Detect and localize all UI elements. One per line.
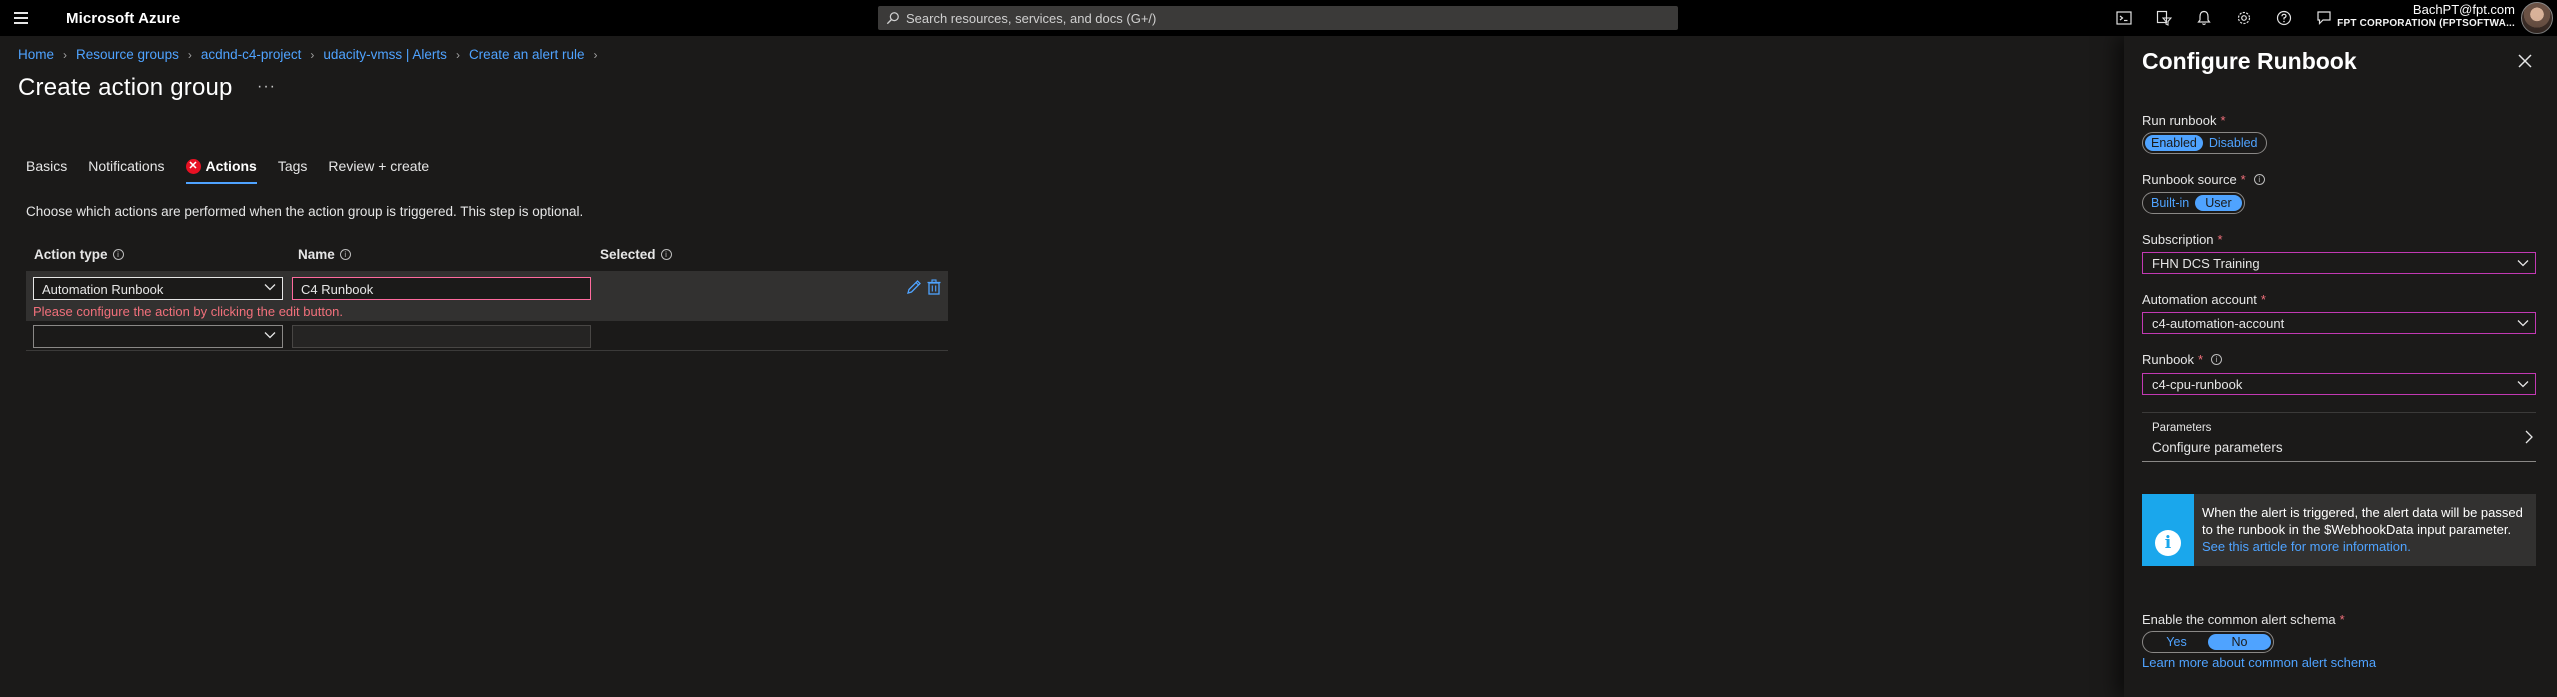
subscription-label: Subscription * [2142,232,2223,247]
panel-title: Configure Runbook [2142,48,2357,74]
cloud-shell-icon[interactable] [2104,0,2144,36]
header-action-type: Action type i [34,247,124,262]
info-icon: i [2155,530,2181,556]
brand-title[interactable]: Microsoft Azure [66,10,180,27]
runbook-dropdown[interactable]: c4-cpu-runbook [2142,373,2536,395]
tab-notifications[interactable]: Notifications [88,158,164,182]
page-title: Create action group [18,74,233,101]
toggle-built-in[interactable]: Built-in [2145,195,2195,211]
parameters-title: Parameters [2152,422,2212,434]
breadcrumb-home[interactable]: Home [18,47,54,62]
account-org: FPT CORPORATION (FPTSOFTWA... [2337,18,2515,29]
chevron-right-icon: › [187,47,192,62]
chevron-right-icon: › [455,47,460,62]
actions-description: Choose which actions are performed when … [26,204,584,219]
account-user: BachPT@fpt.com [2412,2,2515,17]
automation-account-label: Automation account * [2142,292,2266,307]
runbook-label: Runbook * i [2142,352,2223,367]
info-icon[interactable]: i [2211,354,2223,365]
info-icon[interactable]: i [112,249,124,260]
chevron-right-icon: › [63,47,68,62]
action-name-input[interactable]: C4 Runbook [292,277,591,300]
menu-icon[interactable] [14,0,36,36]
chevron-down-icon [2517,260,2529,267]
runbook-source-toggle[interactable]: Built-in User [2142,192,2245,214]
tab-bar: Basics Notifications ✕ Actions Tags Revi… [26,158,450,184]
chevron-down-icon [2517,320,2529,327]
tab-basics[interactable]: Basics [26,158,67,182]
subscription-dropdown[interactable]: FHN DCS Training [2142,252,2536,274]
error-icon: ✕ [185,158,201,174]
action-type-dropdown[interactable]: Automation Runbook [33,277,283,300]
chevron-right-icon [2525,430,2533,444]
learn-more-link[interactable]: Learn more about common alert schema [2142,655,2376,670]
info-banner: i When the alert is triggered, the alert… [2142,494,2536,566]
info-icon[interactable]: i [660,249,672,260]
help-icon[interactable] [2264,0,2304,36]
parameters-link: Configure parameters [2152,440,2283,455]
tab-tags[interactable]: Tags [278,158,308,182]
breadcrumb-alert-rule[interactable]: Create an alert rule [469,47,585,62]
info-banner-text: When the alert is triggered, the alert d… [2202,505,2523,554]
close-icon[interactable] [2516,52,2534,70]
chevron-right-icon: › [310,47,315,62]
trash-icon[interactable] [926,279,942,295]
action-name-input[interactable] [292,325,591,348]
runbook-source-label: Runbook source * i [2142,172,2265,187]
divider [26,350,948,351]
toggle-yes[interactable]: Yes [2145,634,2208,650]
automation-account-dropdown[interactable]: c4-automation-account [2142,312,2536,334]
bell-icon[interactable] [2184,0,2224,36]
tab-actions[interactable]: ✕ Actions [185,158,257,184]
breadcrumb: Home › Resource groups › acdnd-c4-project ›… [18,47,607,62]
chevron-down-icon [264,332,276,339]
search-placeholder: Search resources, services, and docs (G+… [906,10,1157,26]
action-type-dropdown[interactable] [33,325,283,348]
more-options-icon[interactable]: ··· [257,78,276,96]
info-article-link[interactable]: See this article for more information. [2202,539,2411,554]
account-info[interactable]: BachPT@fpt.com FPT CORPORATION (FPTSOFTW… [2337,3,2515,31]
search-icon [886,12,899,25]
toggle-user[interactable]: User [2195,195,2242,211]
header-name: Name i [298,247,351,262]
chevron-right-icon: › [593,47,598,62]
breadcrumb-project[interactable]: acdnd-c4-project [201,47,302,62]
common-schema-toggle[interactable]: Yes No [2142,631,2274,653]
run-runbook-label: Run runbook * [2142,113,2226,128]
tab-review-create[interactable]: Review + create [328,158,429,182]
header-selected: Selected i [600,247,672,262]
top-bar: Microsoft Azure Search resources, servic… [0,0,2557,36]
search-input[interactable]: Search resources, services, and docs (G+… [878,6,1678,30]
edit-icon[interactable] [906,279,922,295]
breadcrumb-alerts[interactable]: udacity-vmss | Alerts [323,47,447,62]
chevron-down-icon [2517,381,2529,388]
directory-filter-icon[interactable] [2144,0,2184,36]
tab-actions-label: Actions [205,158,257,174]
configure-parameters-row[interactable]: Parameters Configure parameters [2142,412,2536,462]
run-runbook-toggle[interactable]: Enabled Disabled [2142,132,2267,154]
breadcrumb-resource-groups[interactable]: Resource groups [76,47,179,62]
avatar[interactable] [2521,2,2553,34]
toggle-disabled[interactable]: Disabled [2203,135,2264,151]
common-schema-label: Enable the common alert schema * [2142,612,2345,627]
toggle-enabled[interactable]: Enabled [2145,135,2203,151]
info-icon[interactable]: i [2253,174,2265,185]
gear-icon[interactable] [2224,0,2264,36]
chevron-down-icon [264,284,276,291]
row-error-message: Please configure the action by clicking … [33,304,344,319]
configure-runbook-panel: Configure Runbook Run runbook * Enabled D… [2124,36,2557,697]
info-icon[interactable]: i [339,249,351,260]
toggle-no[interactable]: No [2208,634,2271,650]
